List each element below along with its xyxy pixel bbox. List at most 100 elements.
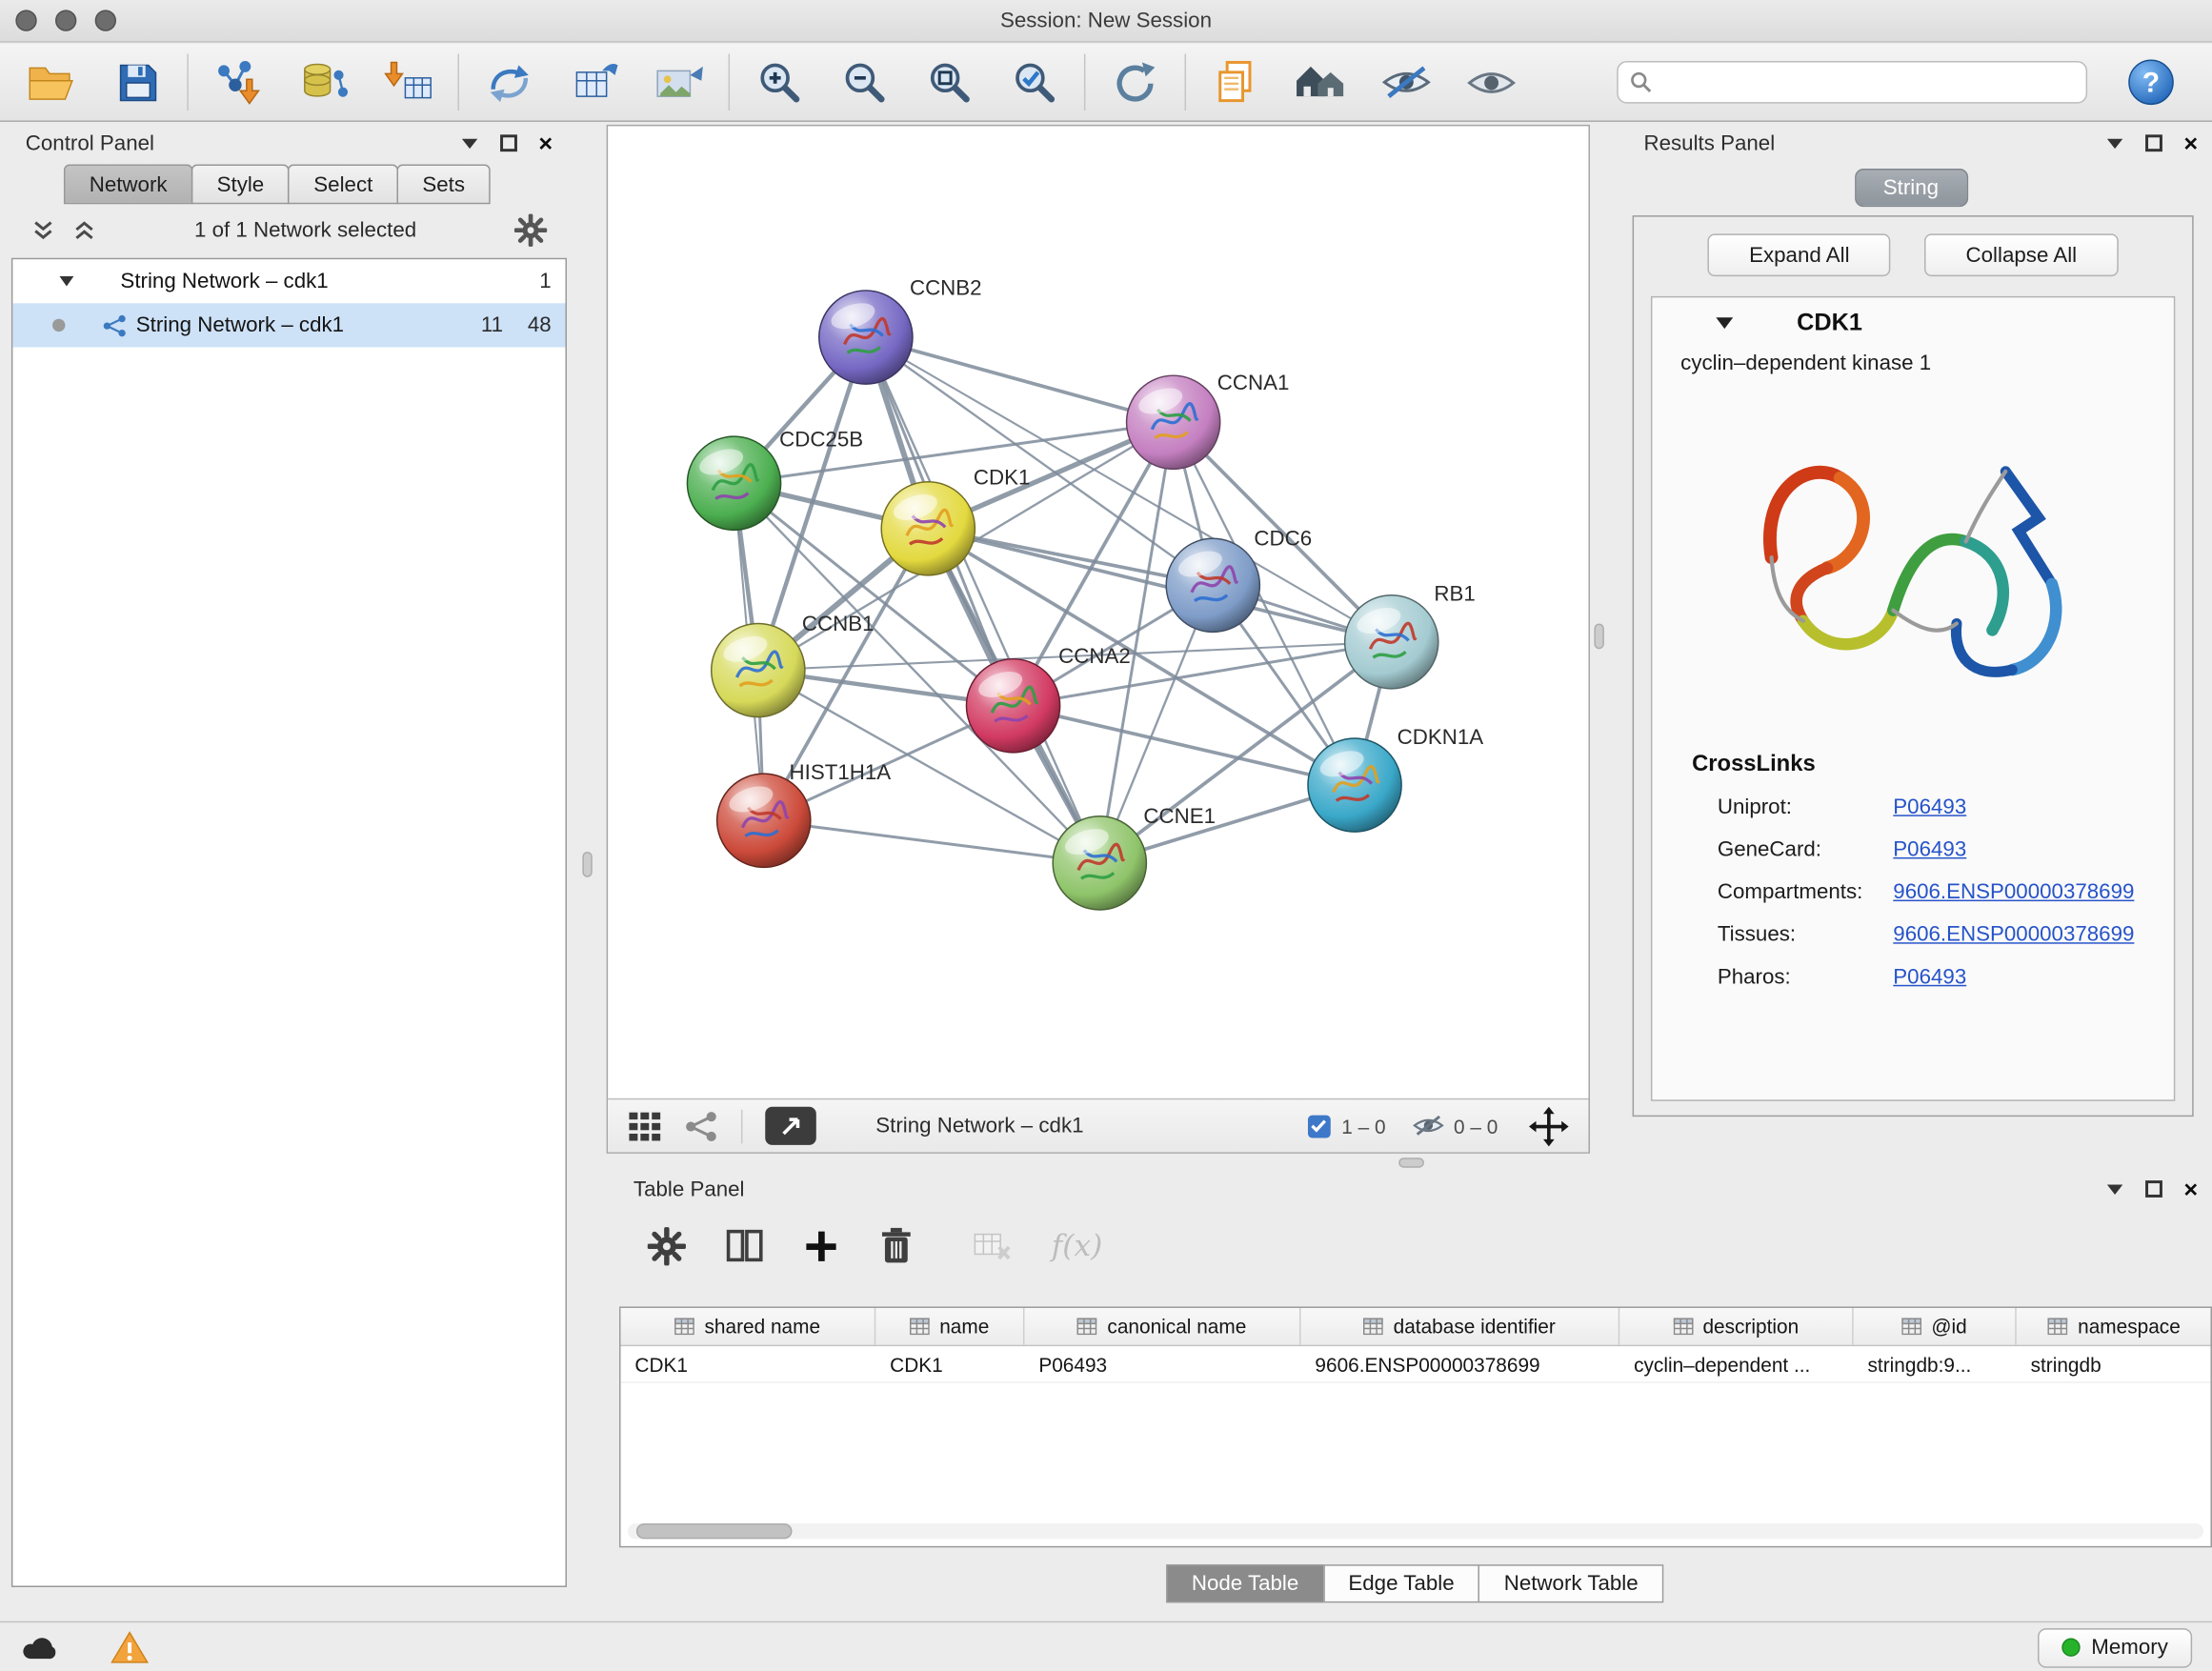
apply-layout-button[interactable] (1102, 50, 1167, 114)
column-header-name[interactable]: name (875, 1308, 1024, 1345)
collapse-all-tree-icon[interactable] (31, 217, 55, 241)
tab-select[interactable]: Select (289, 165, 399, 205)
tab-network[interactable]: Network (64, 165, 192, 205)
pan-crosshair-icon[interactable] (1529, 1106, 1569, 1146)
tab-string[interactable]: String (1854, 169, 1967, 207)
table-settings-gear-icon[interactable] (648, 1226, 686, 1264)
edge-HIST1H1A-CCNE1[interactable] (764, 820, 1100, 863)
zoom-in-button[interactable] (747, 50, 812, 114)
zoom-out-button[interactable] (832, 50, 896, 114)
panel-menu-caret-icon[interactable] (2106, 137, 2124, 150)
splitter-handle-left[interactable] (582, 852, 592, 877)
table-cell[interactable]: 9606.ENSP00000378699 (1301, 1346, 1620, 1381)
grid-view-icon[interactable] (628, 1110, 662, 1141)
expand-all-tree-icon[interactable] (72, 217, 96, 241)
network-node-RB1[interactable] (1345, 595, 1438, 689)
network-node-CDC6[interactable] (1166, 538, 1259, 632)
network-node-CCNB2[interactable] (819, 291, 913, 384)
clone-network-button[interactable] (561, 50, 626, 114)
edge-CCNA2-CDKN1A[interactable] (1014, 706, 1355, 785)
splitter-handle-bottom[interactable] (1398, 1158, 1424, 1167)
new-network-from-selection-button[interactable] (476, 50, 541, 114)
network-node-CDK1[interactable] (881, 482, 975, 575)
network-node-CCNB1[interactable] (712, 624, 805, 717)
hide-selected-button[interactable] (1373, 50, 1438, 114)
network-node-HIST1H1A[interactable] (717, 774, 811, 867)
add-row-plus-icon[interactable] (803, 1228, 838, 1263)
float-panel-icon[interactable] (2145, 134, 2162, 151)
delete-trash-icon[interactable] (878, 1226, 914, 1266)
column-header-database-identifier[interactable]: database identifier (1301, 1308, 1620, 1345)
table-cell[interactable]: cyclin–dependent ... (1619, 1346, 1853, 1381)
selected-checkbox[interactable] (1308, 1115, 1331, 1137)
close-panel-icon[interactable]: × (538, 131, 553, 155)
network-overview-icon[interactable] (684, 1110, 718, 1141)
network-node-CDC25B[interactable] (687, 436, 780, 530)
gear-icon[interactable] (514, 213, 547, 246)
crosslink-link[interactable]: P06493 (1893, 787, 1966, 830)
column-header--id[interactable]: @id (1854, 1308, 2017, 1345)
network-row[interactable]: String Network – cdk1 11 48 (12, 303, 565, 347)
edge-CCNB2-CCNE1[interactable] (866, 337, 1099, 863)
edge-CCNB2-CCNA1[interactable] (866, 337, 1174, 422)
scrollbar-thumb[interactable] (636, 1523, 793, 1539)
network-node-CCNE1[interactable] (1053, 816, 1146, 910)
panel-menu-caret-icon[interactable] (2106, 1182, 2124, 1195)
help-button[interactable]: ? (2119, 50, 2183, 114)
network-node-CDKN1A[interactable] (1308, 738, 1401, 832)
horizontal-scrollbar[interactable] (628, 1523, 2203, 1539)
float-panel-icon[interactable] (2145, 1180, 2162, 1198)
column-header-namespace[interactable]: namespace (2017, 1308, 2212, 1345)
tab-style[interactable]: Style (191, 165, 290, 205)
export-image-button[interactable] (646, 50, 711, 114)
close-panel-icon[interactable]: × (2183, 131, 2198, 155)
table-cell[interactable]: CDK1 (875, 1346, 1024, 1381)
annotation-mode-button[interactable] (765, 1107, 816, 1145)
close-panel-icon[interactable]: × (2183, 1177, 2198, 1200)
zoom-selected-button[interactable] (1002, 50, 1067, 114)
table-cell[interactable]: P06493 (1024, 1346, 1300, 1381)
open-session-button[interactable] (20, 50, 85, 114)
tab-sets[interactable]: Sets (397, 165, 491, 205)
warning-icon[interactable] (111, 1631, 149, 1663)
home-view-button[interactable] (1288, 50, 1353, 114)
table-cell[interactable]: CDK1 (621, 1346, 876, 1381)
collapse-all-button[interactable]: Collapse All (1924, 233, 2118, 276)
splitter-handle-right[interactable] (1594, 624, 1603, 650)
show-all-button[interactable] (1458, 50, 1523, 114)
table-cell[interactable]: stringdb:9... (1854, 1346, 2017, 1381)
memory-button[interactable]: Memory (2038, 1627, 2192, 1667)
crosslink-link[interactable]: 9606.ENSP00000378699 (1893, 914, 2134, 956)
column-header-shared-name[interactable]: shared name (621, 1308, 876, 1345)
expand-all-button[interactable]: Expand All (1708, 233, 1891, 276)
network-collection-row[interactable]: String Network – cdk1 1 (12, 259, 565, 303)
edge-CDK1-RB1[interactable] (928, 529, 1391, 642)
save-session-button[interactable] (105, 50, 170, 114)
network-node-CCNA1[interactable] (1127, 375, 1220, 469)
tab-network-table[interactable]: Network Table (1478, 1564, 1664, 1602)
crosslink-link[interactable]: P06493 (1893, 829, 1966, 872)
copy-document-button[interactable] (1203, 50, 1268, 114)
hidden-eye-slash-icon[interactable] (1411, 1114, 1445, 1137)
import-network-from-database-button[interactable] (291, 50, 355, 114)
network-canvas[interactable]: CCNB2CCNA1CDC25BCDK1CDC6RB1CCNB1CCNA2CDK… (608, 126, 1588, 1097)
column-header-canonical-name[interactable]: canonical name (1024, 1308, 1300, 1345)
tab-edge-table[interactable]: Edge Table (1323, 1564, 1480, 1602)
column-header-description[interactable]: description (1619, 1308, 1853, 1345)
search-input[interactable] (1660, 70, 2074, 93)
crosslink-link[interactable]: P06493 (1893, 956, 1966, 999)
float-panel-icon[interactable] (500, 134, 517, 151)
section-collapse-caret-icon[interactable] (1715, 316, 1735, 331)
network-node-CCNA2[interactable] (966, 659, 1059, 753)
crosslink-link[interactable]: 9606.ENSP00000378699 (1893, 872, 2134, 915)
cloud-status-icon[interactable] (20, 1634, 60, 1661)
tree-expand-caret-icon[interactable] (58, 275, 75, 288)
tab-node-table[interactable]: Node Table (1166, 1564, 1324, 1602)
import-table-button[interactable] (375, 50, 440, 114)
panel-menu-caret-icon[interactable] (461, 137, 479, 150)
table-row[interactable]: CDK1CDK1P064939606.ENSP00000378699cyclin… (621, 1346, 2211, 1383)
show-columns-icon[interactable] (726, 1227, 764, 1264)
zoom-fit-button[interactable] (916, 50, 981, 114)
table-cell[interactable]: stringdb (2017, 1346, 2212, 1381)
import-network-button[interactable] (206, 50, 271, 114)
